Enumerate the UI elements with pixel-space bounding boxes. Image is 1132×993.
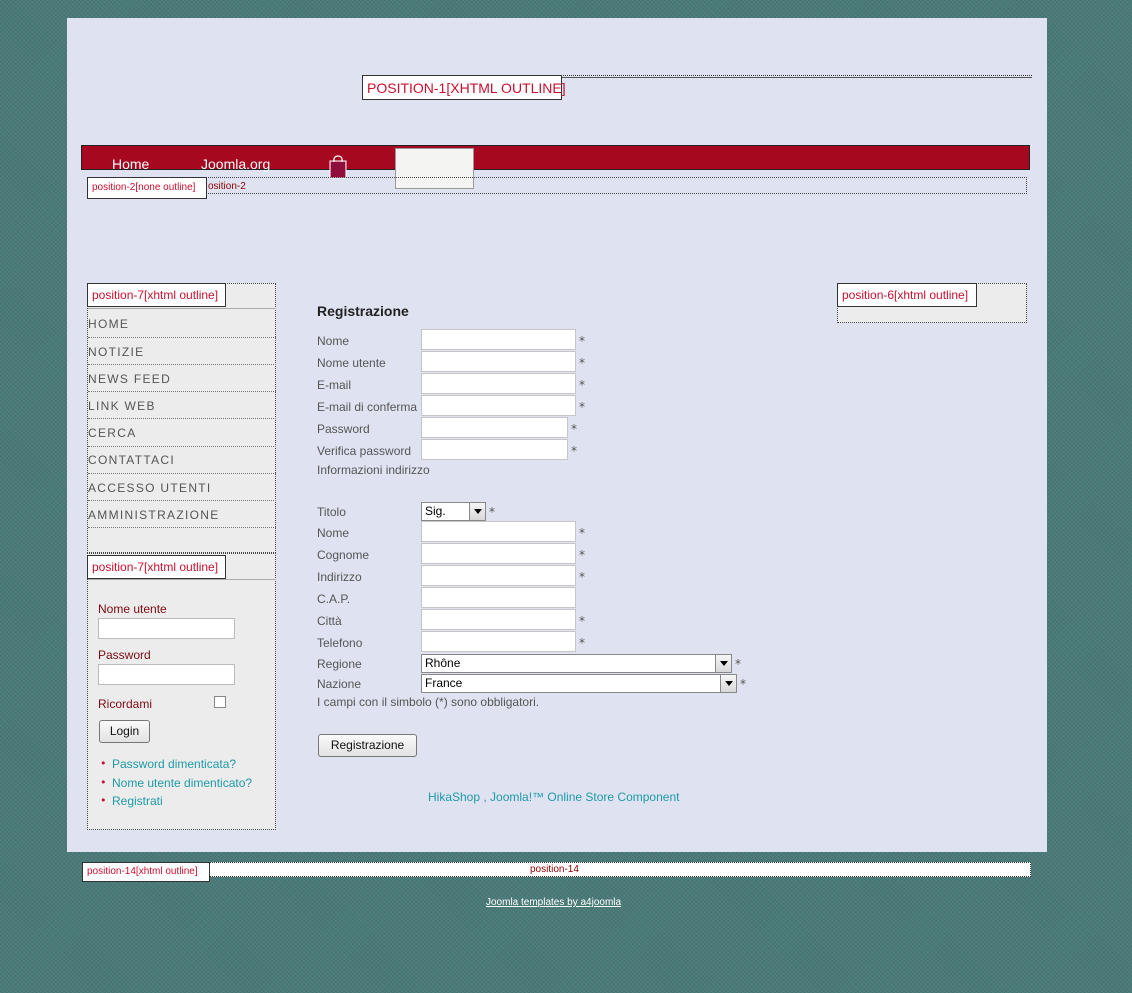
menu-item-link-web[interactable]: LINK WEB [88, 399, 156, 413]
position6-label: position-6[xhtml outline] [837, 283, 977, 307]
indirizzo-input[interactable] [421, 565, 576, 586]
telefono-input[interactable] [421, 631, 576, 652]
address-heading: Informazioni indirizzo [317, 463, 430, 477]
field-label-nazione: Nazione [317, 677, 362, 691]
forgot-password-link[interactable]: Password dimenticata? [112, 757, 236, 771]
field-label-indirizzo: Indirizzo [317, 570, 362, 584]
nav-joomla-link[interactable]: Joomla.org [201, 156, 270, 172]
position1-divider [560, 75, 1032, 78]
field-label-regione: Regione [317, 657, 362, 671]
titolo-select-value: Sig. [425, 504, 446, 518]
field-label-telefono: Telefono [317, 636, 363, 650]
regione-select[interactable]: Rhône [421, 654, 732, 673]
field-label-password: Password [317, 422, 370, 436]
login-username-label: Nome utente [98, 602, 167, 616]
menu-item-amministrazione[interactable]: AMMINISTRAZIONE [88, 508, 220, 522]
menu-item-home[interactable]: HOME [88, 317, 129, 331]
email-confirm-input[interactable] [421, 395, 576, 416]
field-label-titolo: Titolo [317, 505, 346, 519]
required-marker: * [579, 614, 585, 628]
field-label-email-confirm: E-mail di conferma [317, 400, 418, 414]
field-label-cap: C.A.P. [317, 592, 351, 606]
required-marker: * [489, 505, 495, 519]
hikashop-credit-link[interactable]: HikaShop , Joomla!™ Online Store Compone… [428, 790, 679, 804]
required-marker: * [579, 334, 585, 348]
position1-label: POSITION-1[XHTML OUTLINE] [362, 75, 566, 100]
position2-label: position-2[none outline] [87, 177, 207, 199]
required-marker: * [579, 356, 585, 370]
chevron-down-icon[interactable] [720, 675, 736, 692]
required-marker: * [579, 570, 585, 584]
password-input[interactable] [421, 417, 568, 438]
menu-divider [88, 500, 276, 501]
menu-divider [88, 337, 276, 338]
registration-title: Registrazione [317, 303, 409, 319]
position14-text: position-14 [530, 864, 579, 875]
menu-divider [88, 527, 276, 528]
main-menu-label: position-7[xhtml outline] [87, 283, 226, 307]
menu-divider [88, 391, 276, 392]
menu-divider [88, 308, 276, 309]
login-username-input[interactable] [98, 618, 235, 639]
register-submit-button[interactable]: Registrazione [318, 734, 417, 757]
cognome-input[interactable] [421, 543, 576, 564]
address-nome-input[interactable] [421, 521, 576, 542]
citta-input[interactable] [421, 609, 576, 630]
bullet-icon: • [100, 776, 107, 789]
required-marker: * [571, 422, 577, 436]
register-link[interactable]: Registrati [112, 794, 163, 808]
login-button[interactable]: Login [99, 720, 150, 743]
required-marker: * [579, 400, 585, 414]
chevron-down-icon[interactable] [715, 655, 731, 672]
field-label-nome: Nome [317, 334, 350, 348]
field-label-citta: Città [317, 614, 342, 628]
menu-item-news-feed[interactable]: NEWS FEED [88, 372, 171, 386]
nav-home-link[interactable]: Home [112, 156, 149, 172]
position14-label: position-14[xhtml outline] [82, 862, 210, 882]
required-fields-note: I campi con il simbolo (*) sono obbligat… [317, 695, 540, 709]
nome-input[interactable] [421, 329, 576, 350]
menu-divider [88, 364, 276, 365]
field-label-username: Nome utente [317, 356, 386, 370]
titolo-select[interactable]: Sig. [421, 502, 486, 521]
nazione-select-value: France [425, 676, 463, 690]
menu-divider [88, 446, 276, 447]
verify-password-input[interactable] [421, 439, 568, 460]
shopping-bag-icon[interactable] [329, 155, 347, 179]
menu-divider [88, 418, 276, 419]
required-marker: * [579, 548, 585, 562]
login-module-label: position-7[xhtml outline] [87, 555, 226, 579]
forgot-username-link[interactable]: Nome utente dimenticato? [112, 776, 252, 790]
field-label-cognome: Cognome [317, 548, 370, 562]
login-divider [88, 579, 276, 580]
nazione-select[interactable]: France [421, 674, 737, 693]
menu-divider [88, 473, 276, 474]
field-label-address-nome: Nome [317, 526, 350, 540]
cap-input[interactable] [421, 587, 576, 608]
remember-me-checkbox[interactable] [214, 696, 226, 708]
regione-select-value: Rhône [425, 656, 461, 670]
login-password-label: Password [98, 648, 151, 662]
required-marker: * [740, 677, 746, 691]
required-marker: * [735, 657, 741, 671]
menu-item-cerca[interactable]: CERCA [88, 426, 137, 440]
email-input[interactable] [421, 373, 576, 394]
login-password-input[interactable] [98, 664, 235, 685]
menu-item-contattaci[interactable]: CONTATTACI [88, 453, 175, 467]
required-marker: * [579, 378, 585, 392]
required-marker: * [579, 636, 585, 650]
position2-text: osition-2 [208, 181, 246, 192]
bullet-icon: • [100, 794, 107, 807]
menu-item-accesso-utenti[interactable]: ACCESSO UTENTI [88, 481, 212, 495]
menu-item-notizie[interactable]: NOTIZIE [88, 345, 144, 359]
bullet-icon: • [100, 757, 107, 770]
field-label-verify-password: Verifica password [317, 444, 412, 458]
footer-templates-link[interactable]: Joomla templates by a4joomla [486, 897, 621, 908]
field-label-email: E-mail [317, 378, 352, 392]
username-input[interactable] [421, 351, 576, 372]
remember-me-label: Ricordami [98, 697, 153, 711]
required-marker: * [579, 526, 585, 540]
required-marker: * [571, 444, 577, 458]
chevron-down-icon[interactable] [469, 503, 485, 520]
